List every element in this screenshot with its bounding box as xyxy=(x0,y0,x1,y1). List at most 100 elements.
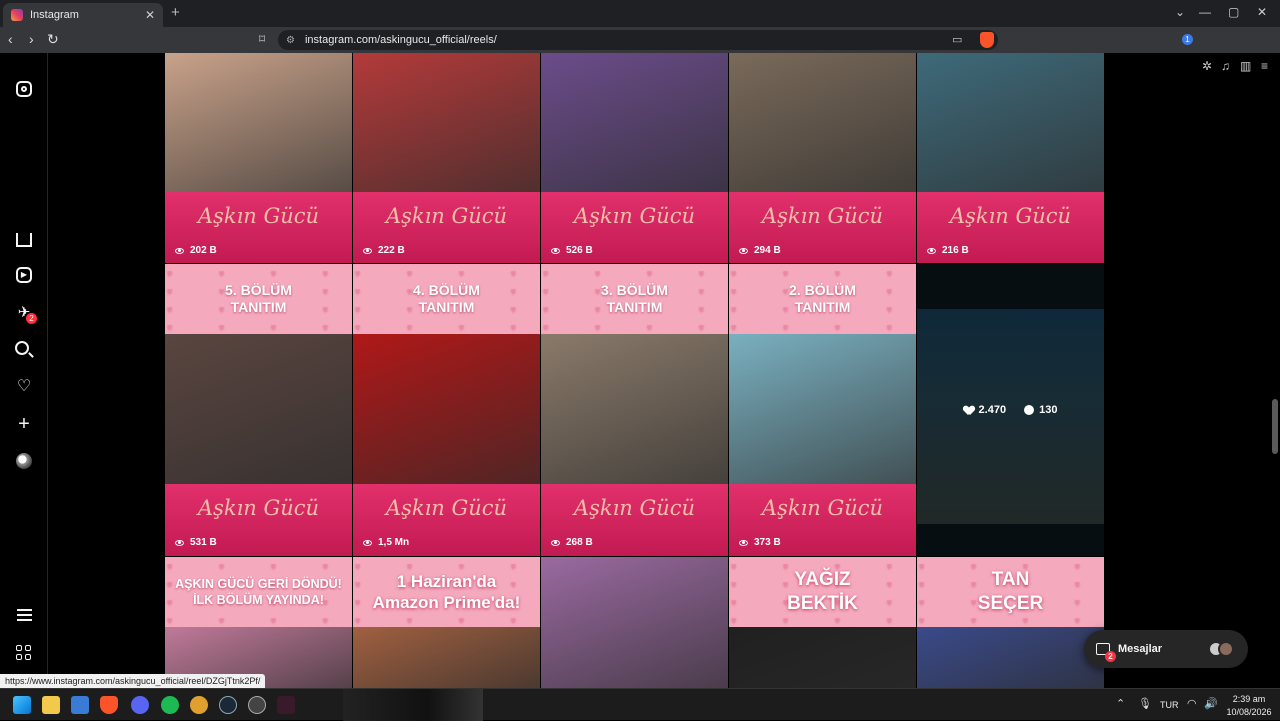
reel-tile[interactable]: Aşkın Gücü 216 B xyxy=(917,53,1104,263)
reel-title-banner: ♥ ♥ ♥ ♥ ♥ ♥ ♥ ♥ ♥ ♥ ♥ ♥ ♥ ♥ ♥ ♥ 5. BÖLÜM… xyxy=(165,264,352,334)
volume-icon[interactable]: 🔊 xyxy=(1204,697,1218,710)
scrollbar-thumb[interactable] xyxy=(1272,399,1278,454)
messages-badge: 2 xyxy=(1105,651,1116,662)
cast-icon[interactable]: ▭ xyxy=(952,33,962,46)
forward-icon[interactable]: › xyxy=(29,31,34,47)
reel-tile[interactable] xyxy=(541,557,728,688)
reel-thumbnail xyxy=(541,557,728,688)
messages-button[interactable]: 2 Mesajlar xyxy=(1084,630,1248,668)
reel-tile[interactable]: Aşkın Gücü 526 B xyxy=(541,53,728,263)
reel-tile[interactable]: ♥ ♥ ♥ ♥ ♥ ♥ ♥ ♥ ♥ ♥ ♥ ♥ ♥ ♥ ♥ ♥ 4. BÖLÜM… xyxy=(353,264,540,556)
view-count: 526 B xyxy=(551,245,593,256)
profile-avatar[interactable] xyxy=(14,451,34,471)
tab-instagram[interactable]: Instagram ✕ xyxy=(3,3,163,27)
comment-filled-icon xyxy=(1024,405,1035,415)
create-plus-icon[interactable]: + xyxy=(14,414,34,434)
file-explorer-icon[interactable] xyxy=(42,696,60,714)
reel-thumbnail xyxy=(541,53,728,192)
messages-icon: 2 xyxy=(1096,643,1116,662)
app-icon[interactable] xyxy=(248,696,266,714)
play-count-icon xyxy=(739,539,748,546)
start-icon[interactable] xyxy=(13,696,31,714)
tab-search-icon[interactable]: ⌄ xyxy=(1175,5,1185,19)
play-count-icon xyxy=(175,247,184,254)
bookmark-icon[interactable]: ⌑ xyxy=(259,32,265,46)
maximize-button[interactable]: ▢ xyxy=(1228,5,1239,19)
view-count: 222 B xyxy=(363,245,405,256)
new-tab-button[interactable]: + xyxy=(171,4,180,21)
also-from-meta-icon[interactable] xyxy=(14,643,34,663)
site-info-icon[interactable]: ⚙ xyxy=(286,35,295,46)
view-count: 216 B xyxy=(927,245,969,256)
instagram-logo-icon[interactable] xyxy=(14,79,34,99)
reel-footer: Aşkın Gücü 268 B xyxy=(541,484,728,556)
play-count-icon xyxy=(551,539,560,546)
minimize-button[interactable]: — xyxy=(1199,5,1211,19)
reel-tile[interactable]: ♥ ♥ ♥ ♥ ♥ ♥ ♥ ♥ ♥ ♥ ♥ ♥ ♥ ♥ ♥ ♥ 5. BÖLÜM… xyxy=(165,264,352,556)
reels-grid: Aşkın Gücü 202 B Aşkın Gücü 222 B Aşkın … xyxy=(165,53,1105,688)
reel-tile[interactable]: ♥ ♥ ♥ ♥ ♥ ♥ ♥ ♥ ♥ ♥ ♥ ♥ ♥ ♥ ♥ ♥ 1 Hazira… xyxy=(353,557,540,688)
reel-footer: Aşkın Gücü 294 B xyxy=(729,192,916,263)
close-window-button[interactable]: ✕ xyxy=(1257,5,1267,19)
input-language[interactable]: TUR xyxy=(1160,700,1179,710)
play-count-icon xyxy=(363,539,372,546)
back-icon[interactable]: ‹ xyxy=(8,31,13,47)
reel-tile[interactable]: ♥ ♥ ♥ ♥ ♥ ♥ ♥ ♥ ♥ ♥ ♥ ♥ ♥ ♥ ♥ ♥ YAĞIZ BE… xyxy=(729,557,916,688)
heart-filled-icon xyxy=(964,406,974,415)
reel-footer: Aşkın Gücü 531 B xyxy=(165,484,352,556)
app-icon[interactable] xyxy=(277,696,295,714)
more-menu-icon[interactable] xyxy=(14,606,34,626)
reel-thumbnail xyxy=(353,53,540,192)
reload-icon[interactable]: ↻ xyxy=(47,31,59,48)
extensions-icon[interactable]: ✲ xyxy=(1202,59,1212,73)
password-manager-icon[interactable]: 1 xyxy=(1182,34,1193,45)
reel-title-banner: ♥ ♥ ♥ ♥ ♥ ♥ ♥ ♥ ♥ ♥ ♥ ♥ ♥ ♥ ♥ ♥ 4. BÖLÜM… xyxy=(353,264,540,334)
url-text: instagram.com/askingucu_official/reels/ xyxy=(304,34,497,46)
reel-footer: Aşkın Gücü 202 B xyxy=(165,192,352,263)
reel-tile[interactable]: ♥ ♥ ♥ ♥ ♥ ♥ ♥ ♥ ♥ ♥ ♥ ♥ ♥ ♥ ♥ ♥ 3. BÖLÜM… xyxy=(541,264,728,556)
link-status-bar: https://www.instagram.com/askingucu_offi… xyxy=(0,674,266,688)
clock-date[interactable]: 10/08/2026 xyxy=(1222,707,1276,717)
show-logo: Aşkın Gücü xyxy=(949,204,1072,228)
page-scrollbar[interactable] xyxy=(1270,53,1280,688)
app-icon[interactable] xyxy=(190,696,208,714)
tab-close-icon[interactable]: ✕ xyxy=(145,8,155,22)
reel-tile[interactable]: Aşkın Gücü 222 B xyxy=(353,53,540,263)
reel-footer: Aşkın Gücü 216 B xyxy=(917,192,1104,263)
reel-tile[interactable]: ♥ ♥ ♥ ♥ ♥ ♥ ♥ ♥ ♥ ♥ ♥ ♥ ♥ ♥ ♥ ♥ TAN SEÇE… xyxy=(917,557,1104,688)
search-icon[interactable] xyxy=(14,340,34,360)
media-icon[interactable]: ♫ xyxy=(1221,59,1230,73)
reel-footer: Aşkın Gücü 1,5 Mn xyxy=(353,484,540,556)
reel-title: 3. BÖLÜM TANITIM xyxy=(601,282,668,315)
brave-browser-icon[interactable] xyxy=(100,696,118,714)
reel-tile[interactable]: ♥ ♥ ♥ ♥ ♥ ♥ ♥ ♥ ♥ ♥ ♥ ♥ ♥ ♥ ♥ ♥ 2. BÖLÜM… xyxy=(729,264,916,556)
microphone-icon[interactable]: 🎙 xyxy=(1138,697,1152,710)
comments-stat: 130 xyxy=(1024,404,1057,416)
home-icon[interactable] xyxy=(14,228,34,248)
address-bar[interactable]: ⚙ instagram.com/askingucu_official/reels… xyxy=(278,30,998,50)
reel-tile-hovered[interactable]: 2.470 130 xyxy=(917,264,1104,556)
clock-time[interactable]: 2:39 am xyxy=(1222,694,1276,704)
likes-stat: 2.470 xyxy=(964,404,1007,416)
reels-icon[interactable]: ▶ xyxy=(14,265,34,285)
show-hidden-icons[interactable]: ⌃ xyxy=(1116,697,1125,710)
direct-messages-icon[interactable]: ✈ 2 xyxy=(14,303,37,324)
discord-icon[interactable] xyxy=(131,696,149,714)
instagram-sidebar: ▶ ✈ 2 ♡ + xyxy=(0,53,48,688)
sidebar-toggle-icon[interactable]: ▥ xyxy=(1240,59,1251,73)
wifi-icon[interactable]: ◠ xyxy=(1187,697,1197,710)
reel-footer: Aşkın Gücü 373 B xyxy=(729,484,916,556)
taskbar-widget-image xyxy=(343,689,483,721)
brave-shield-icon[interactable] xyxy=(980,32,994,48)
steam-icon[interactable] xyxy=(219,696,237,714)
spotify-icon[interactable] xyxy=(161,696,179,714)
store-icon[interactable] xyxy=(71,696,89,714)
show-logo: Aşkın Gücü xyxy=(573,496,696,520)
reel-tile[interactable]: Aşkın Gücü 202 B xyxy=(165,53,352,263)
reel-tile[interactable]: Aşkın Gücü 294 B xyxy=(729,53,916,263)
reel-title: 5. BÖLÜM TANITIM xyxy=(225,282,292,315)
notifications-heart-icon[interactable]: ♡ xyxy=(14,377,34,397)
reel-tile[interactable]: ♥ ♥ ♥ ♥ ♥ ♥ ♥ ♥ ♥ ♥ ♥ ♥ ♥ ♥ ♥ ♥ AŞKIN GÜ… xyxy=(165,557,352,688)
menu-icon[interactable]: ≡ xyxy=(1261,59,1268,73)
message-avatars xyxy=(1208,641,1234,657)
